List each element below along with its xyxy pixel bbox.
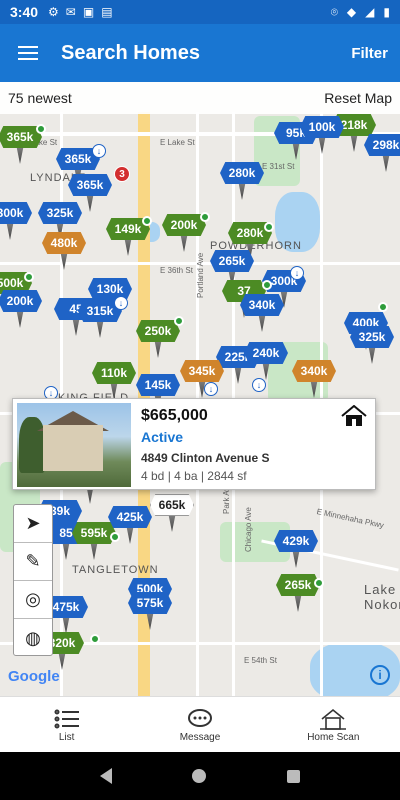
nav-message[interactable]: Message (133, 697, 266, 752)
listing-pin[interactable]: 100k (300, 116, 344, 154)
hamburger-icon (18, 46, 38, 60)
street-label: E Minnehaha Pkwy (315, 506, 385, 531)
listing-status: Active (141, 429, 184, 445)
status-bar: 3:40 ⚙ ✉ ▣ ▤ ⌾ ◆ ◢ ▮ (0, 0, 400, 24)
listing-pin[interactable]: 429k (274, 530, 318, 568)
street-label: E 31st St (262, 162, 295, 171)
globe-button[interactable]: ◍ (14, 619, 52, 657)
recents-icon[interactable] (286, 769, 300, 783)
locate-button[interactable]: ➤ (14, 505, 52, 543)
results-count: 75 newest (8, 90, 72, 106)
listing-photo (17, 403, 131, 487)
reset-map-button[interactable]: Reset Map (324, 90, 392, 106)
globe-icon: ◍ (25, 627, 41, 648)
listing-pin[interactable]: 200k (0, 290, 42, 328)
area-label: TANGLETOWN (72, 564, 159, 576)
area-label: Lake Nokomis (364, 582, 400, 612)
listing-pin[interactable]: 110k (92, 362, 136, 400)
info-icon[interactable]: i (370, 665, 390, 685)
system-nav-bar (0, 752, 400, 800)
street-label: E Lake St (160, 138, 195, 147)
cluster-badge[interactable]: 3 (114, 166, 130, 182)
listing-card[interactable]: $665,000 Active 4849 Clinton Avenue S 4 … (12, 398, 376, 490)
listing-pin[interactable]: 340k (292, 360, 336, 398)
locate-icon: ➤ (25, 513, 41, 533)
gmail-icon: ✉ (65, 5, 76, 19)
listing-pin[interactable]: 575k (128, 592, 172, 630)
gear-icon: ⚙ (48, 5, 59, 19)
house-icon (341, 405, 367, 426)
message-icon (187, 706, 213, 732)
listing-details: 4 bd | 4 ba | 2844 sf (141, 469, 247, 483)
image-icon: ▣ (82, 5, 95, 19)
download-icon: ↓ (204, 382, 218, 396)
street-label: E 54th St (244, 656, 277, 665)
location-icon: ⌾ (330, 4, 338, 19)
download-icon: ↓ (92, 144, 106, 158)
nav-list[interactable]: List (0, 697, 133, 752)
listing-pin[interactable]: 345k (180, 360, 224, 398)
home-scan-icon (318, 706, 348, 732)
page-title: Search Homes (61, 41, 200, 64)
list-icon (54, 706, 80, 732)
download-icon: ↓ (252, 378, 266, 392)
filter-button[interactable]: Filter (351, 45, 388, 62)
listing-pin[interactable]: 300k (0, 202, 32, 240)
home-icon[interactable] (192, 769, 207, 783)
bottom-nav: List Message Home Scan (0, 696, 400, 752)
listing-pin[interactable]: 480k (42, 232, 86, 270)
nav-list-label: List (58, 732, 75, 743)
app-bar: Search Homes Filter (0, 24, 400, 82)
download-icon: ↓ (290, 266, 304, 280)
nav-home-scan[interactable]: Home Scan (267, 697, 400, 752)
listing-pin[interactable]: 265k (276, 574, 320, 612)
nav-home-scan-label: Home Scan (307, 732, 360, 743)
map-tools: ➤ ✎ ◎ ◍ (13, 504, 53, 656)
street-label: Chicago Ave (244, 507, 253, 552)
draw-button[interactable]: ✎ (14, 543, 52, 581)
listing-pin[interactable]: 200k (162, 214, 206, 252)
commute-icon: ◎ (25, 589, 41, 609)
listing-pin[interactable]: 325k (350, 326, 394, 364)
listing-pin[interactable]: 365k (0, 126, 42, 164)
street-label: E 36th St (160, 266, 193, 275)
battery-icon: ▮ (383, 4, 390, 19)
nav-message-label: Message (179, 732, 221, 743)
news-icon: ▤ (101, 5, 113, 19)
listing-pin-selected[interactable]: 665k (150, 494, 194, 532)
listing-pin[interactable]: 298k (364, 134, 400, 172)
listing-address: 4849 Clinton Avenue S (141, 451, 270, 465)
status-time: 3:40 (10, 4, 39, 20)
google-logo: Google (8, 668, 60, 685)
wifi-icon: ◆ (346, 4, 357, 19)
results-bar: 75 newest Reset Map (0, 82, 400, 114)
map-view[interactable]: Lake St E Lake St E 31st St E 36th St Po… (0, 82, 400, 696)
listing-pin[interactable]: 250k (136, 320, 180, 358)
download-icon: ↓ (114, 296, 128, 310)
menu-button[interactable] (0, 24, 56, 82)
back-icon[interactable] (100, 768, 113, 784)
street-label: Portland Ave (196, 252, 205, 298)
listing-price: $665,000 (141, 407, 208, 424)
listing-pin[interactable]: 340k (240, 294, 284, 332)
listing-pin[interactable]: 280k (220, 162, 264, 200)
draw-icon: ✎ (25, 551, 41, 571)
commute-button[interactable]: ◎ (14, 581, 52, 619)
signal-icon: ◢ (365, 4, 375, 19)
listing-pin[interactable]: 240k (244, 342, 288, 380)
